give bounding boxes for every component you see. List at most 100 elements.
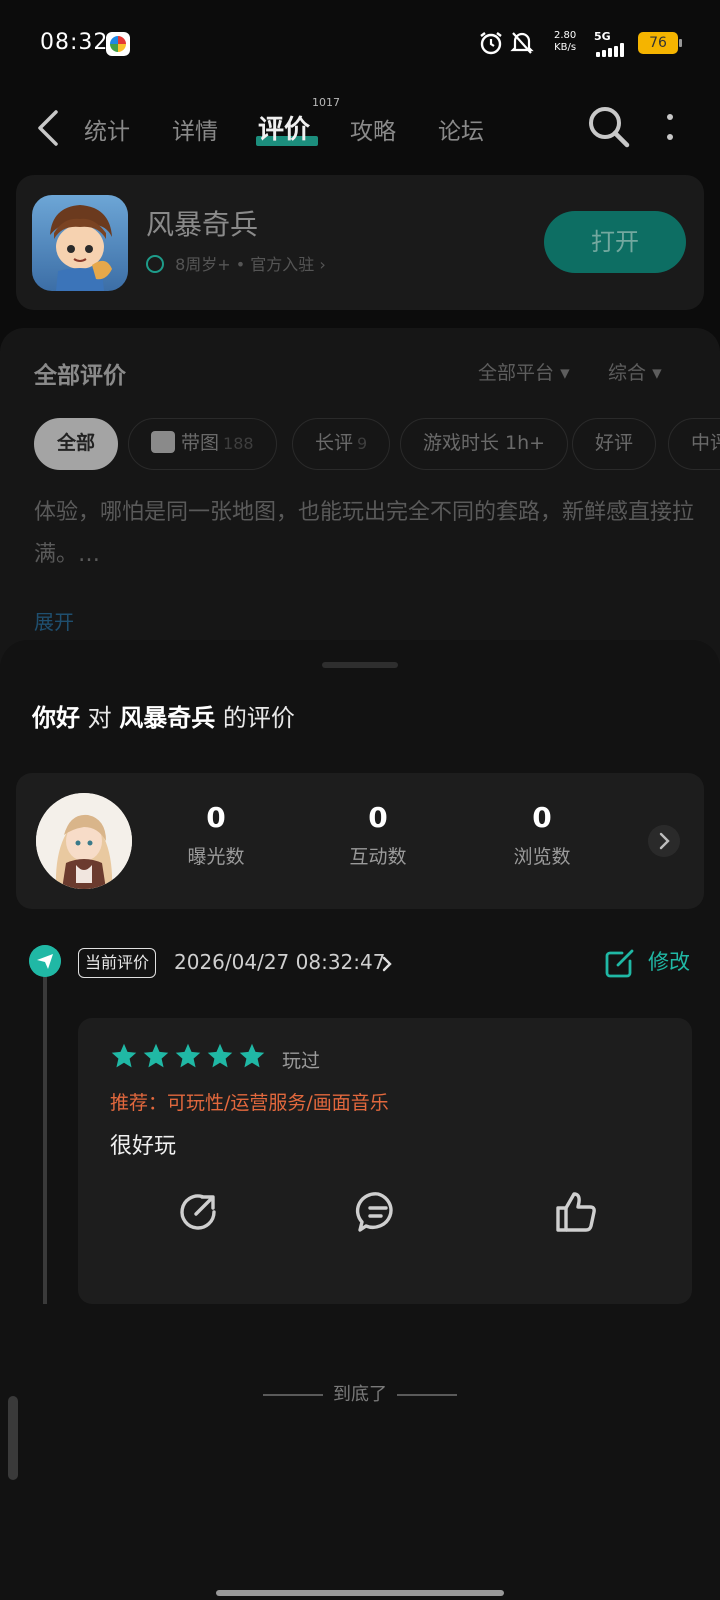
review-count-badge: 1017 xyxy=(312,96,340,109)
image-icon xyxy=(151,431,175,453)
chip-positive[interactable]: 好评 xyxy=(572,418,657,470)
my-review-sheet: 你好 对 风暴奇兵 的评价 0 曝光数 0 互动数 0 浏览数 当前评价 202… xyxy=(0,640,720,1600)
platform-filter[interactable]: 全部平台 ▾ xyxy=(478,358,570,385)
tab-forum[interactable]: 论坛 xyxy=(438,112,484,146)
home-indicator[interactable] xyxy=(216,1590,504,1596)
comment-icon[interactable] xyxy=(354,1188,402,1236)
chip-label: 长评 xyxy=(315,432,354,454)
chip-label: 中评 xyxy=(691,432,720,454)
tab-stats[interactable]: 统计 xyxy=(84,112,130,146)
chip-neutral[interactable]: 中评 xyxy=(668,418,720,470)
stat-exposure: 0 曝光数 xyxy=(156,801,276,869)
chevron-right-icon: › xyxy=(319,255,326,274)
back-arrow-icon[interactable] xyxy=(30,106,70,150)
network-type: 5G xyxy=(594,30,611,43)
chip-with-images[interactable]: 带图 188 xyxy=(128,418,277,470)
status-time: 08:32 xyxy=(40,30,109,55)
current-review-tag: 当前评价 xyxy=(78,948,157,978)
chip-label: 好评 xyxy=(595,432,634,454)
star-icon xyxy=(143,1043,169,1068)
played-label: 玩过 xyxy=(282,1050,321,1072)
top-nav: 统计 详情 评价 1017 攻略 论坛 xyxy=(0,88,720,170)
sort-filter[interactable]: 综合 ▾ xyxy=(608,358,662,385)
reviews-title: 全部评价 xyxy=(34,363,126,389)
stat-interaction: 0 互动数 xyxy=(318,801,438,869)
game-meta[interactable]: 8周岁+ • 官方入驻 › xyxy=(146,251,326,275)
edit-review-button[interactable]: 修改 xyxy=(604,942,690,982)
stat-value: 0 xyxy=(368,801,388,834)
stat-label: 曝光数 xyxy=(187,846,245,868)
caret-down-icon: ▾ xyxy=(652,362,662,384)
game-name: 风暴奇兵 xyxy=(146,208,259,241)
signal-icon xyxy=(596,43,630,57)
sheet-title: 你好 对 风暴奇兵 的评价 xyxy=(32,698,295,733)
mute-bell-icon xyxy=(510,32,534,54)
stat-value: 0 xyxy=(532,801,552,834)
game-card[interactable]: 风暴奇兵 8周岁+ • 官方入驻 › 打开 xyxy=(16,175,704,310)
expand-link[interactable]: 展开 xyxy=(34,606,74,635)
status-bar: 08:32 2.80 KB/s 5G 76 xyxy=(0,0,720,88)
alarm-icon xyxy=(480,32,502,55)
platform-filter-label: 全部平台 xyxy=(478,362,555,384)
stats-card[interactable]: 0 曝光数 0 互动数 0 浏览数 xyxy=(16,773,704,909)
rating-stars xyxy=(110,1042,270,1072)
chip-count: 188 xyxy=(223,434,254,453)
speed-value: 2.80 xyxy=(554,30,577,41)
sheet-title-end: 的评价 xyxy=(222,704,295,732)
review-snippet: 体验，哪怕是同一张地图，也能玩出完全不同的套路，新鲜感直接拉满。… xyxy=(34,500,695,567)
edit-icon xyxy=(605,949,634,978)
chip-all[interactable]: 全部 xyxy=(34,418,119,470)
star-icon xyxy=(175,1043,201,1068)
star-icon xyxy=(111,1043,137,1068)
divider-line xyxy=(263,1394,323,1396)
chip-long-review[interactable]: 长评 9 xyxy=(292,418,391,470)
sheet-drag-handle[interactable] xyxy=(322,662,398,668)
app-notification-icon xyxy=(106,32,130,56)
speed-unit: KB/s xyxy=(554,42,577,53)
game-meta-text: 8周岁+ • 官方入驻 xyxy=(175,255,315,274)
battery-icon: 76 xyxy=(638,32,682,54)
star-icon xyxy=(239,1043,265,1068)
tab-reviews[interactable]: 评价 xyxy=(258,109,310,146)
network-speed: 2.80 KB/s xyxy=(554,30,576,54)
end-text: 到底了 xyxy=(333,1384,387,1405)
caret-down-icon: ▾ xyxy=(560,362,570,384)
sheet-title-user: 你好 xyxy=(32,704,80,732)
search-icon[interactable] xyxy=(586,104,632,150)
sheet-title-mid: 对 xyxy=(87,704,112,732)
more-options-icon[interactable] xyxy=(660,110,680,146)
scrollbar[interactable] xyxy=(8,1396,18,1480)
verified-check-icon xyxy=(146,255,164,273)
chip-count: 9 xyxy=(357,434,368,453)
game-icon xyxy=(32,195,128,291)
avatar[interactable] xyxy=(36,793,132,889)
end-of-list: 到底了 xyxy=(0,1380,720,1406)
chip-label: 全部 xyxy=(57,432,96,454)
open-game-button[interactable]: 打开 xyxy=(544,211,686,273)
stat-label: 互动数 xyxy=(349,846,407,868)
send-icon xyxy=(29,945,61,977)
sheet-title-game: 风暴奇兵 xyxy=(119,704,216,732)
stat-value: 0 xyxy=(206,801,226,834)
star-icon xyxy=(207,1043,233,1068)
stat-views: 0 浏览数 xyxy=(482,801,602,869)
stat-label: 浏览数 xyxy=(513,846,571,868)
my-review-card[interactable]: 玩过 推荐：可玩性/运营服务/画面音乐 很好玩 xyxy=(78,1018,692,1304)
chevron-right-icon[interactable] xyxy=(648,825,680,857)
recommend-tags: 推荐：可玩性/运营服务/画面音乐 xyxy=(110,1092,389,1114)
chip-label: 带图 xyxy=(181,432,220,454)
like-icon[interactable] xyxy=(552,1188,600,1236)
edit-label: 修改 xyxy=(648,950,690,974)
chevron-right-icon[interactable] xyxy=(380,954,394,974)
chip-playtime[interactable]: 游戏时长 1h+ xyxy=(400,418,569,470)
timeline-line xyxy=(43,960,47,1304)
reviews-panel: 全部评价 全部平台 ▾ 综合 ▾ 全部 带图 188 长评 9 游戏时长 1h+ 好… xyxy=(0,328,720,668)
review-text: 很好玩 xyxy=(110,1134,177,1159)
review-date[interactable]: 2026/04/27 08:32:47 xyxy=(174,950,385,974)
divider-line xyxy=(397,1394,457,1396)
sort-filter-label: 综合 xyxy=(608,362,647,384)
chip-label: 游戏时长 1h+ xyxy=(423,432,546,454)
tab-details[interactable]: 详情 xyxy=(172,112,218,146)
share-icon[interactable] xyxy=(174,1188,222,1236)
tab-guides[interactable]: 攻略 xyxy=(350,112,396,146)
